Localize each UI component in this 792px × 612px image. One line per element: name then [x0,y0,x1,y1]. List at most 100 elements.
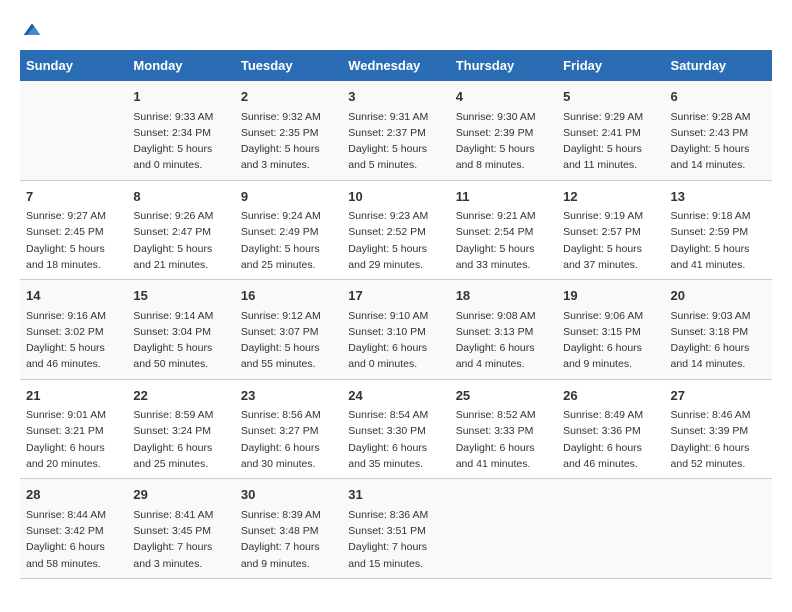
day-header-monday: Monday [127,50,234,81]
day-info: Sunrise: 9:18 AMSunset: 2:59 PMDaylight:… [671,208,766,273]
calendar-cell: 20Sunrise: 9:03 AMSunset: 3:18 PMDayligh… [665,280,772,380]
calendar-cell: 5Sunrise: 9:29 AMSunset: 2:41 PMDaylight… [557,81,664,180]
day-info: Sunrise: 9:33 AMSunset: 2:34 PMDaylight:… [133,109,228,174]
calendar-cell: 7Sunrise: 9:27 AMSunset: 2:45 PMDaylight… [20,180,127,280]
calendar-cell [665,479,772,579]
calendar-cell: 3Sunrise: 9:31 AMSunset: 2:37 PMDaylight… [342,81,449,180]
calendar-cell: 14Sunrise: 9:16 AMSunset: 3:02 PMDayligh… [20,280,127,380]
day-number: 26 [563,386,658,406]
calendar-cell: 22Sunrise: 8:59 AMSunset: 3:24 PMDayligh… [127,379,234,479]
day-header-thursday: Thursday [450,50,557,81]
day-number: 11 [456,187,551,207]
day-number: 9 [241,187,336,207]
day-number: 14 [26,286,121,306]
calendar-cell: 18Sunrise: 9:08 AMSunset: 3:13 PMDayligh… [450,280,557,380]
day-number: 30 [241,485,336,505]
day-header-wednesday: Wednesday [342,50,449,81]
day-info: Sunrise: 9:08 AMSunset: 3:13 PMDaylight:… [456,308,551,373]
week-row-2: 7Sunrise: 9:27 AMSunset: 2:45 PMDaylight… [20,180,772,280]
day-info: Sunrise: 8:54 AMSunset: 3:30 PMDaylight:… [348,407,443,472]
day-number: 21 [26,386,121,406]
week-row-5: 28Sunrise: 8:44 AMSunset: 3:42 PMDayligh… [20,479,772,579]
calendar-cell: 21Sunrise: 9:01 AMSunset: 3:21 PMDayligh… [20,379,127,479]
day-header-friday: Friday [557,50,664,81]
day-number: 31 [348,485,443,505]
day-number: 2 [241,87,336,107]
calendar-cell: 9Sunrise: 9:24 AMSunset: 2:49 PMDaylight… [235,180,342,280]
calendar-cell: 8Sunrise: 9:26 AMSunset: 2:47 PMDaylight… [127,180,234,280]
calendar-cell: 2Sunrise: 9:32 AMSunset: 2:35 PMDaylight… [235,81,342,180]
page-header [20,20,772,40]
calendar-cell: 27Sunrise: 8:46 AMSunset: 3:39 PMDayligh… [665,379,772,479]
day-number: 8 [133,187,228,207]
logo-icon [22,20,42,40]
day-info: Sunrise: 9:16 AMSunset: 3:02 PMDaylight:… [26,308,121,373]
day-number: 18 [456,286,551,306]
day-number: 5 [563,87,658,107]
day-info: Sunrise: 8:52 AMSunset: 3:33 PMDaylight:… [456,407,551,472]
day-number: 6 [671,87,766,107]
day-info: Sunrise: 9:01 AMSunset: 3:21 PMDaylight:… [26,407,121,472]
calendar-cell: 17Sunrise: 9:10 AMSunset: 3:10 PMDayligh… [342,280,449,380]
calendar-cell: 31Sunrise: 8:36 AMSunset: 3:51 PMDayligh… [342,479,449,579]
day-info: Sunrise: 8:41 AMSunset: 3:45 PMDaylight:… [133,507,228,572]
calendar-cell [557,479,664,579]
day-info: Sunrise: 9:03 AMSunset: 3:18 PMDaylight:… [671,308,766,373]
day-info: Sunrise: 8:46 AMSunset: 3:39 PMDaylight:… [671,407,766,472]
day-number: 29 [133,485,228,505]
calendar-cell [450,479,557,579]
day-header-sunday: Sunday [20,50,127,81]
calendar-cell: 28Sunrise: 8:44 AMSunset: 3:42 PMDayligh… [20,479,127,579]
day-info: Sunrise: 8:59 AMSunset: 3:24 PMDaylight:… [133,407,228,472]
day-info: Sunrise: 9:29 AMSunset: 2:41 PMDaylight:… [563,109,658,174]
calendar-cell: 19Sunrise: 9:06 AMSunset: 3:15 PMDayligh… [557,280,664,380]
day-header-saturday: Saturday [665,50,772,81]
day-number: 16 [241,286,336,306]
day-info: Sunrise: 9:12 AMSunset: 3:07 PMDaylight:… [241,308,336,373]
calendar-cell: 23Sunrise: 8:56 AMSunset: 3:27 PMDayligh… [235,379,342,479]
calendar-cell: 6Sunrise: 9:28 AMSunset: 2:43 PMDaylight… [665,81,772,180]
day-number: 24 [348,386,443,406]
day-info: Sunrise: 9:19 AMSunset: 2:57 PMDaylight:… [563,208,658,273]
day-info: Sunrise: 9:23 AMSunset: 2:52 PMDaylight:… [348,208,443,273]
calendar-cell: 24Sunrise: 8:54 AMSunset: 3:30 PMDayligh… [342,379,449,479]
day-info: Sunrise: 9:10 AMSunset: 3:10 PMDaylight:… [348,308,443,373]
day-number: 25 [456,386,551,406]
day-info: Sunrise: 8:56 AMSunset: 3:27 PMDaylight:… [241,407,336,472]
day-number: 23 [241,386,336,406]
day-info: Sunrise: 8:39 AMSunset: 3:48 PMDaylight:… [241,507,336,572]
day-number: 28 [26,485,121,505]
calendar-cell: 25Sunrise: 8:52 AMSunset: 3:33 PMDayligh… [450,379,557,479]
day-number: 17 [348,286,443,306]
week-row-3: 14Sunrise: 9:16 AMSunset: 3:02 PMDayligh… [20,280,772,380]
week-row-1: 1Sunrise: 9:33 AMSunset: 2:34 PMDaylight… [20,81,772,180]
day-info: Sunrise: 9:28 AMSunset: 2:43 PMDaylight:… [671,109,766,174]
day-info: Sunrise: 9:31 AMSunset: 2:37 PMDaylight:… [348,109,443,174]
day-number: 4 [456,87,551,107]
calendar-cell: 10Sunrise: 9:23 AMSunset: 2:52 PMDayligh… [342,180,449,280]
day-number: 13 [671,187,766,207]
day-info: Sunrise: 8:44 AMSunset: 3:42 PMDaylight:… [26,507,121,572]
day-number: 22 [133,386,228,406]
day-info: Sunrise: 9:30 AMSunset: 2:39 PMDaylight:… [456,109,551,174]
calendar-cell: 16Sunrise: 9:12 AMSunset: 3:07 PMDayligh… [235,280,342,380]
day-info: Sunrise: 9:24 AMSunset: 2:49 PMDaylight:… [241,208,336,273]
day-number: 7 [26,187,121,207]
calendar-cell: 11Sunrise: 9:21 AMSunset: 2:54 PMDayligh… [450,180,557,280]
calendar-cell: 15Sunrise: 9:14 AMSunset: 3:04 PMDayligh… [127,280,234,380]
day-number: 3 [348,87,443,107]
day-number: 1 [133,87,228,107]
calendar-cell: 13Sunrise: 9:18 AMSunset: 2:59 PMDayligh… [665,180,772,280]
day-number: 20 [671,286,766,306]
calendar-cell: 12Sunrise: 9:19 AMSunset: 2:57 PMDayligh… [557,180,664,280]
day-info: Sunrise: 9:26 AMSunset: 2:47 PMDaylight:… [133,208,228,273]
day-info: Sunrise: 9:27 AMSunset: 2:45 PMDaylight:… [26,208,121,273]
calendar-cell: 29Sunrise: 8:41 AMSunset: 3:45 PMDayligh… [127,479,234,579]
day-number: 27 [671,386,766,406]
day-info: Sunrise: 9:14 AMSunset: 3:04 PMDaylight:… [133,308,228,373]
day-info: Sunrise: 9:06 AMSunset: 3:15 PMDaylight:… [563,308,658,373]
calendar-table: SundayMondayTuesdayWednesdayThursdayFrid… [20,50,772,579]
day-info: Sunrise: 8:49 AMSunset: 3:36 PMDaylight:… [563,407,658,472]
calendar-cell [20,81,127,180]
calendar-cell: 26Sunrise: 8:49 AMSunset: 3:36 PMDayligh… [557,379,664,479]
